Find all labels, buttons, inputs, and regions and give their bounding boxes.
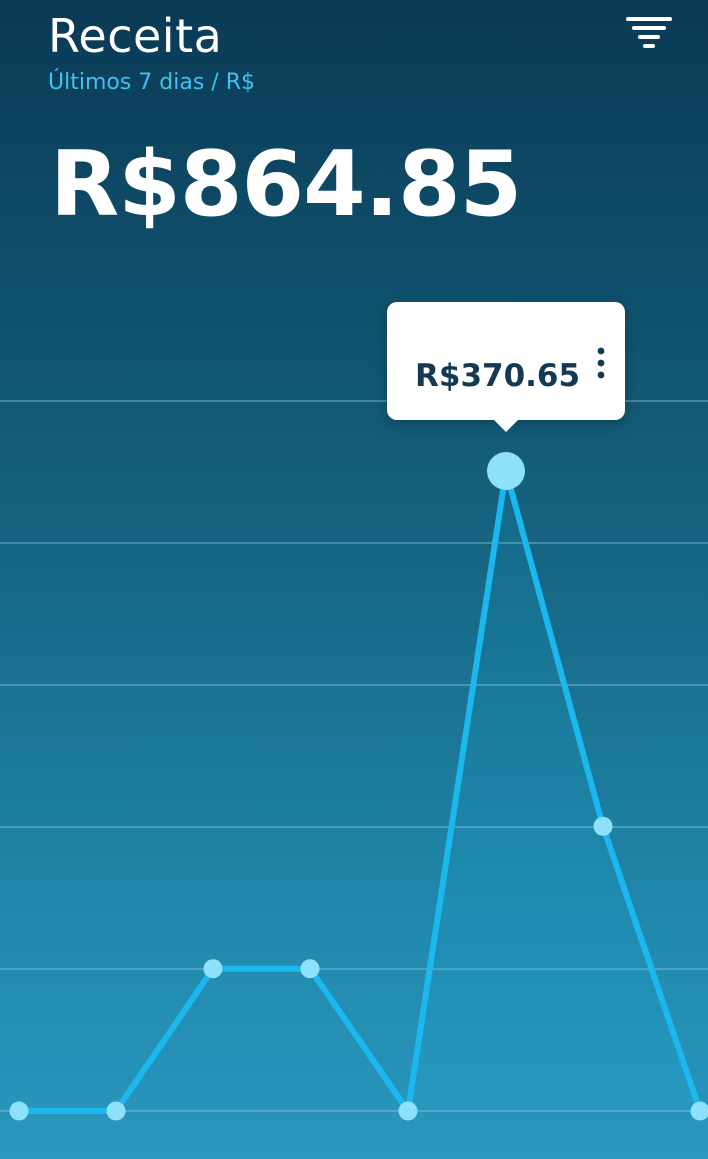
data-point[interactable] bbox=[106, 1101, 126, 1121]
data-point[interactable] bbox=[398, 1101, 418, 1121]
data-point[interactable] bbox=[593, 816, 613, 836]
area-fill bbox=[408, 471, 700, 1111]
data-point[interactable] bbox=[203, 959, 223, 979]
highlighted-data-point[interactable] bbox=[487, 452, 525, 490]
revenue-line-chart bbox=[0, 400, 708, 1121]
data-point[interactable] bbox=[300, 959, 320, 979]
value-tooltip: R$370.65 bbox=[387, 302, 625, 432]
kebab-menu-icon[interactable] bbox=[593, 346, 609, 382]
tooltip-value: R$370.65 bbox=[415, 358, 581, 394]
data-point[interactable] bbox=[9, 1101, 29, 1121]
